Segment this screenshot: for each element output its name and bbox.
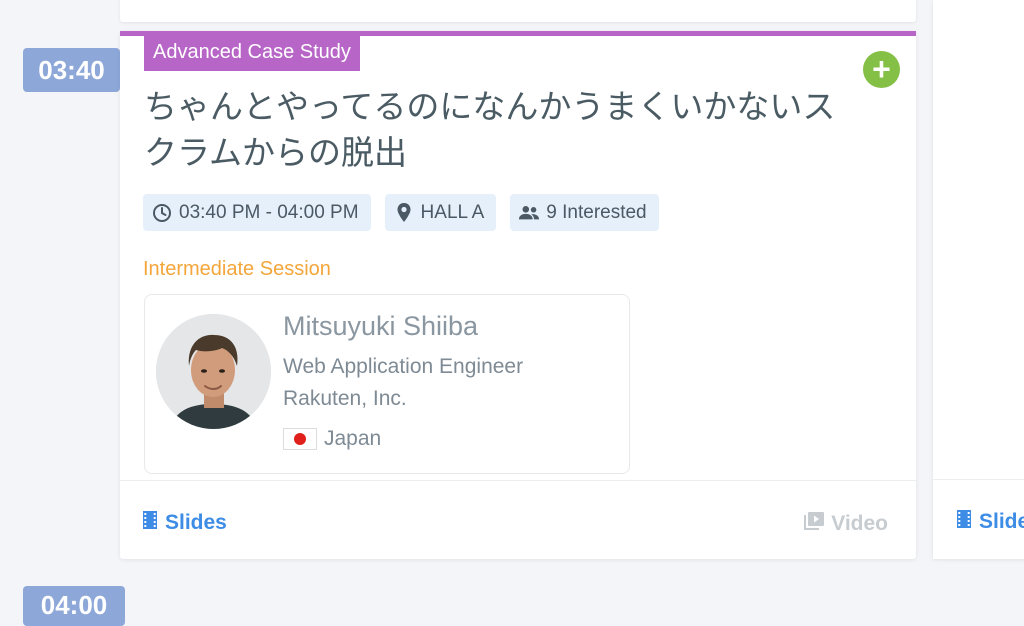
video-link[interactable]: Video [803,511,888,537]
map-pin-icon [393,202,415,224]
session-title[interactable]: ちゃんとやってるのになんかうまくいかないスクラムからの脱出 [144,84,864,176]
time-slot-badge: 03:40 [23,48,120,92]
interested-chip: 9 Interested [510,194,659,231]
location-text: HALL A [420,201,485,223]
slides-label: Slides [165,511,227,534]
session-card[interactable]: Advanced Case Study + ちゃんとやってるのになんかうまくいか… [120,31,916,559]
video-label: Video [831,512,888,535]
speaker-avatar [156,314,271,429]
speaker-card[interactable]: Mitsuyuki Shiiba Web Application Enginee… [144,294,630,474]
speaker-role: Web Application Engineer [283,355,524,378]
time-chip: 03:40 PM - 04:00 PM [143,194,371,231]
film-icon [957,510,971,534]
previous-session-card [120,0,916,22]
speaker-company: Rakuten, Inc. [283,387,407,410]
add-to-favorites-button[interactable]: + [863,51,900,88]
adjacent-slides-link[interactable]: Slides [957,510,1024,534]
speaker-country-name: Japan [324,427,382,450]
adjacent-session-card[interactable]: Slides [933,0,1024,559]
speaker-name: Mitsuyuki Shiiba [283,311,479,341]
session-meta: 03:40 PM - 04:00 PM HALL A 9 Interested [143,194,659,231]
video-library-icon [803,511,825,537]
session-card-footer: Slides Video [120,480,916,564]
time-range-text: 03:40 PM - 04:00 PM [179,201,359,223]
plus-icon: + [872,51,891,87]
interested-count: 9 Interested [546,201,647,223]
speaker-country: Japan [283,427,381,451]
clock-icon [151,202,173,224]
session-level: Intermediate Session [143,258,331,280]
session-type-label: Advanced Case Study [144,36,360,71]
people-icon [518,202,540,224]
adjacent-card-footer: Slides [933,479,1024,560]
adjacent-slides-label: Slides [979,510,1024,533]
location-chip[interactable]: HALL A [384,194,497,231]
slides-link[interactable]: Slides [143,511,227,535]
next-time-slot-badge: 04:00 [23,586,125,626]
japan-flag-icon [283,428,317,450]
film-icon [143,511,157,535]
